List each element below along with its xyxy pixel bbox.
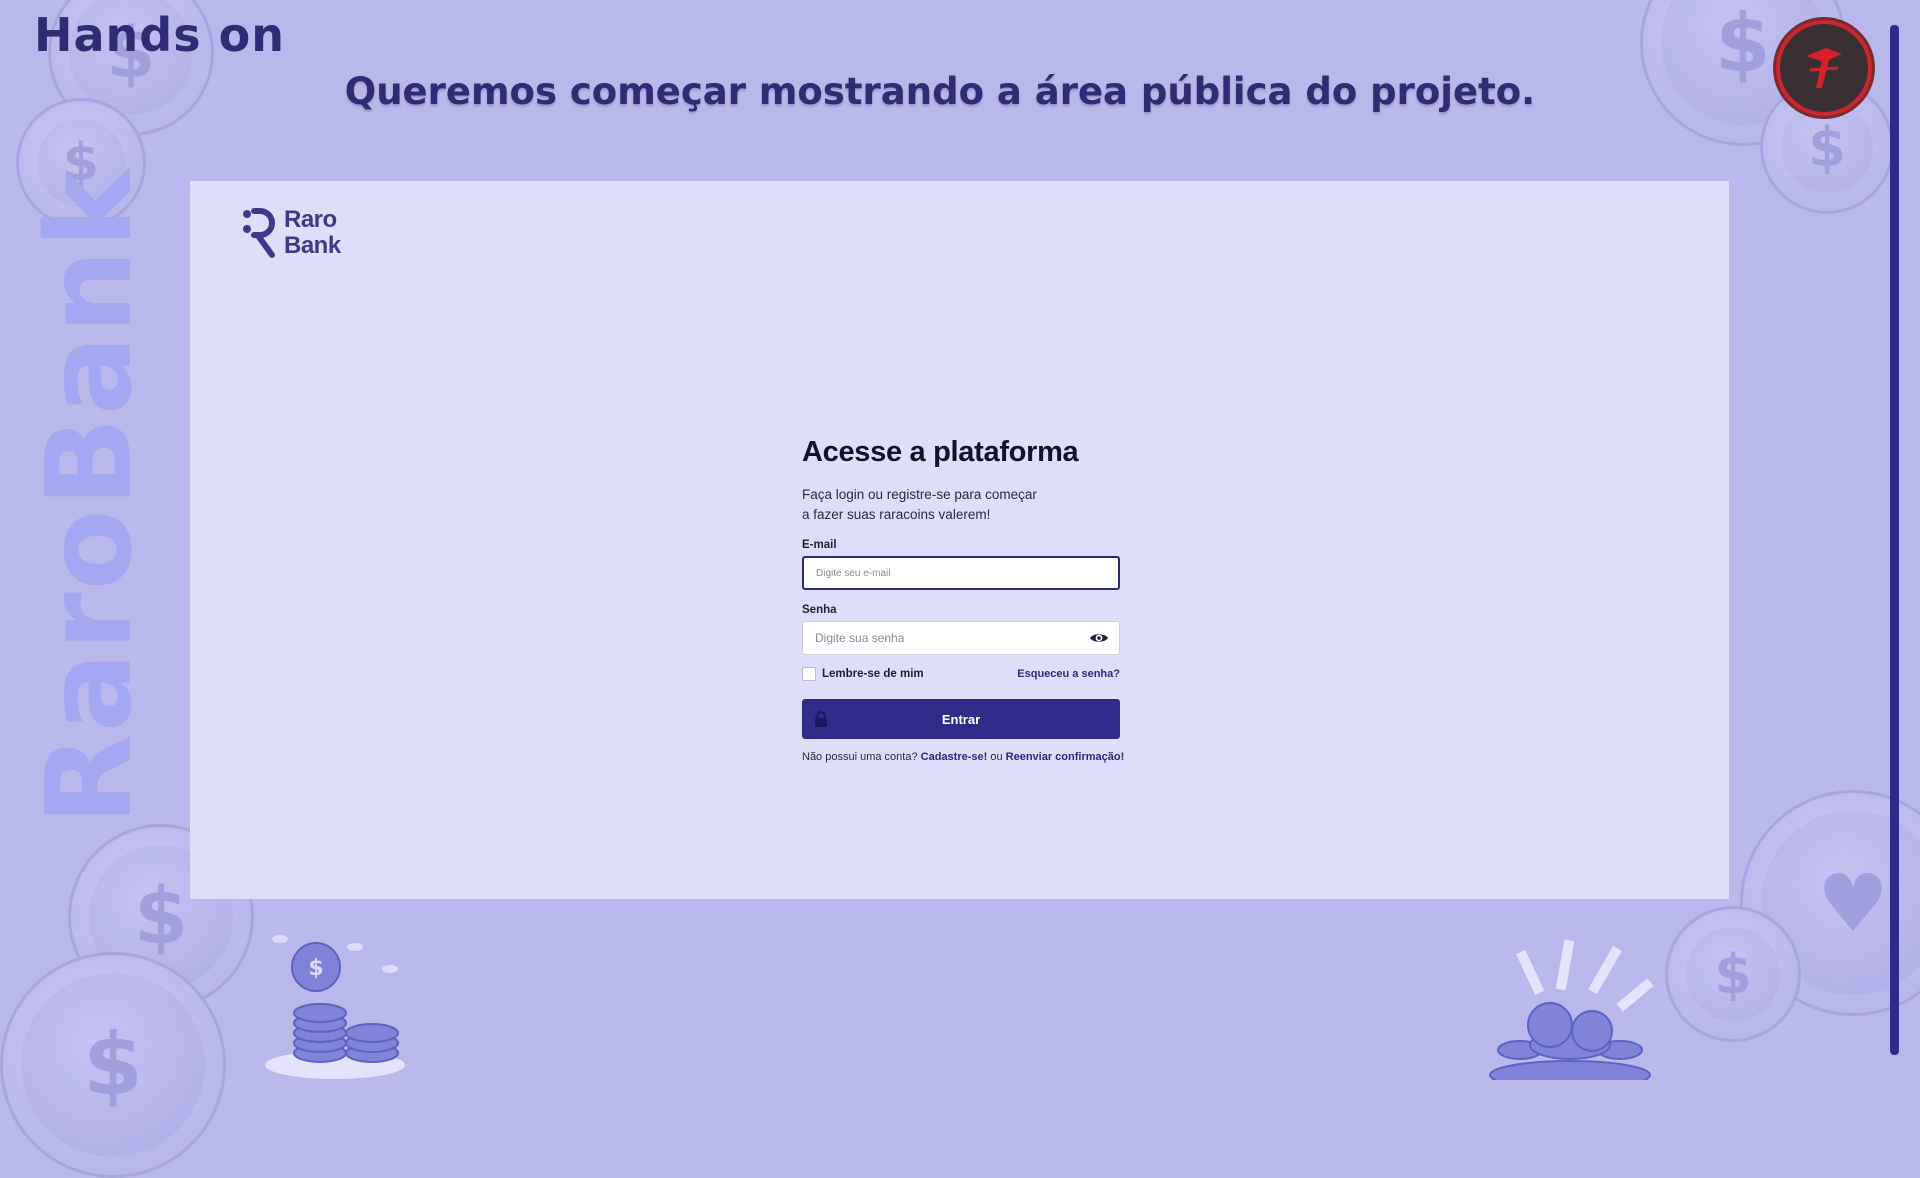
forgot-password-link[interactable]: Esqueceu a senha?	[1017, 668, 1120, 680]
remember-checkbox[interactable]	[802, 667, 816, 681]
logo-icon	[243, 208, 275, 258]
decor-coin: $	[1665, 906, 1801, 1042]
svg-text:$: $	[308, 956, 323, 981]
email-field-wrapper	[802, 556, 1120, 590]
signup-line: Não possui uma conta? Cadastre-se! ou Re…	[802, 751, 1124, 763]
brand-logo[interactable]: Raro Bank	[242, 207, 341, 259]
coin-pile-illustration	[1489, 939, 1654, 1080]
eye-icon[interactable]	[1089, 631, 1109, 645]
resend-confirmation-link[interactable]: Reenviar confirmação!	[1006, 751, 1125, 763]
signup-link[interactable]: Cadastre-se!	[921, 751, 988, 763]
email-label: E-mail	[802, 539, 837, 551]
logo-wordmark: Raro Bank	[284, 207, 341, 259]
login-button[interactable]: Entrar	[802, 699, 1120, 739]
remember-label: Lembre-se de mim	[822, 668, 924, 680]
login-button-label: Entrar	[941, 711, 981, 727]
login-title: Acesse a plataforma	[802, 436, 1079, 468]
form-options-row: Lembre-se de mim Esqueceu a senha?	[802, 667, 1120, 681]
login-description: Faça login ou registre-se para começar a…	[802, 487, 1037, 522]
accent-bar	[1890, 25, 1899, 1055]
password-input[interactable]	[813, 630, 1089, 646]
lock-icon	[815, 711, 827, 727]
app-screen: Raro Bank Acesse a plataforma Faça login…	[190, 181, 1729, 899]
password-field-wrapper	[802, 621, 1120, 655]
footer-prefix: Não possui uma conta?	[802, 751, 918, 763]
remember-me[interactable]: Lembre-se de mim	[802, 667, 924, 681]
decor-coin: $	[0, 952, 226, 1178]
vertical-brand-text: RaroBank	[20, 167, 158, 825]
email-input[interactable]	[814, 566, 1108, 580]
slide-subtitle: Queremos começar mostrando a área públic…	[344, 70, 1536, 113]
coin-stack-illustration: $	[265, 935, 405, 1079]
password-label: Senha	[802, 604, 837, 616]
presenter-logo-icon	[1776, 20, 1872, 116]
logo-line-2: Bank	[284, 232, 341, 259]
login-form: Acesse a plataforma Faça login ou regist…	[802, 436, 1124, 763]
logo-line-1: Raro	[284, 206, 337, 233]
slide-title: Hands on	[34, 8, 285, 62]
footer-or: ou	[990, 751, 1003, 763]
